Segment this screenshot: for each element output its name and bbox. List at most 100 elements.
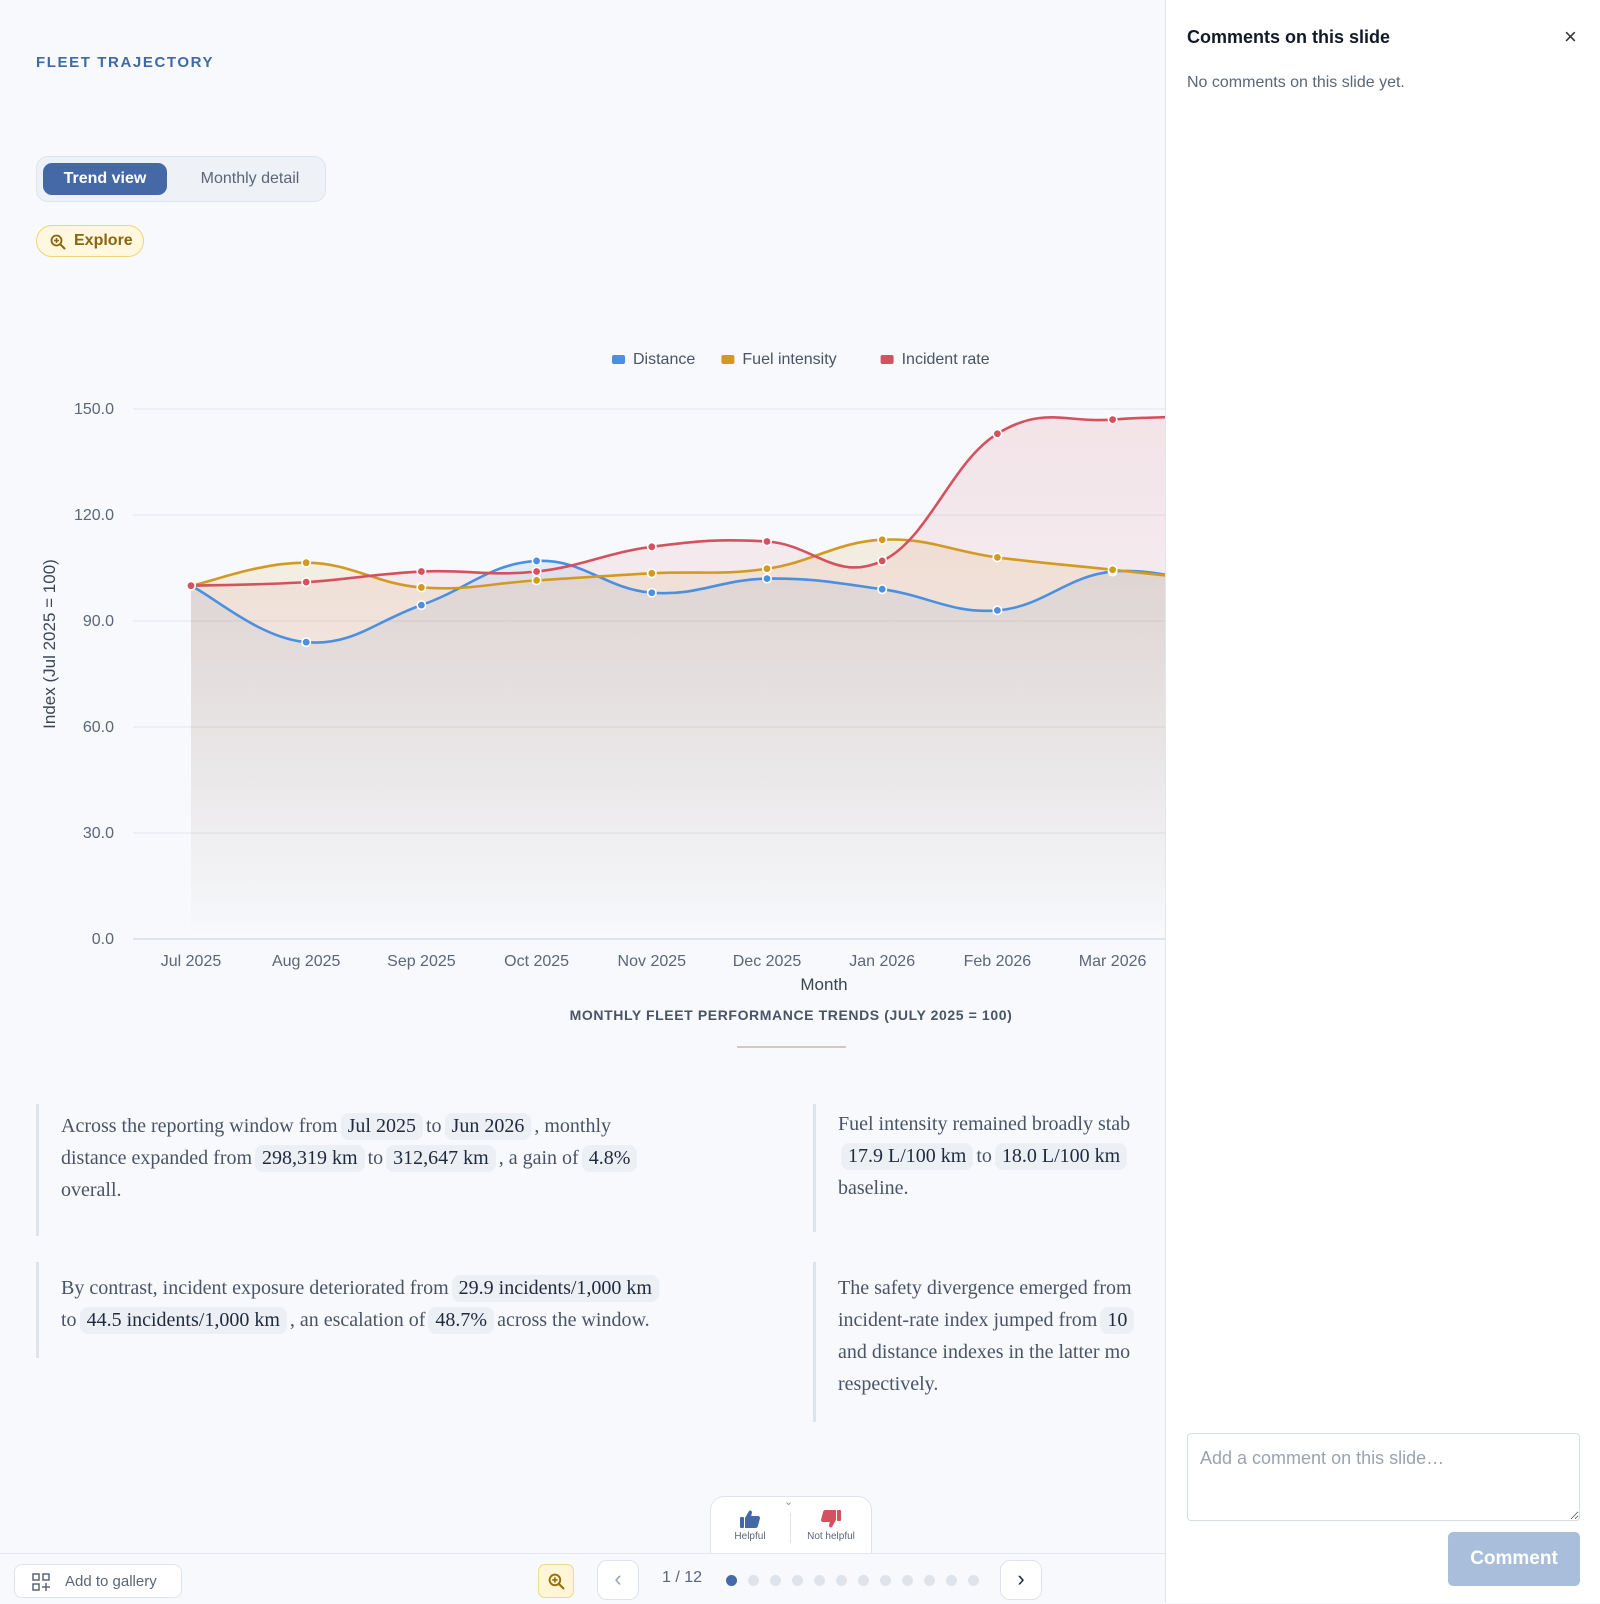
page-dot[interactable] [748, 1575, 759, 1586]
y-axis-label: Index (Jul 2025 = 100) [40, 559, 59, 729]
explore-button[interactable]: Explore [36, 225, 144, 257]
chart-title: MONTHLY FLEET PERFORMANCE TRENDS (JULY 2… [570, 1007, 1013, 1023]
legend-label: Incident rate [902, 351, 990, 368]
thumbs-up-icon [740, 1510, 761, 1528]
feedback-widget: ⌄ Helpful Not helpful [710, 1496, 872, 1553]
next-slide-button[interactable]: › [1000, 1560, 1042, 1600]
data-point [761, 536, 772, 547]
data-point [992, 552, 1003, 563]
x-tick-label: Jul 2025 [161, 953, 222, 970]
page-dot[interactable] [836, 1575, 847, 1586]
data-point [1107, 564, 1118, 575]
data-point [761, 563, 772, 574]
comment-input[interactable] [1187, 1433, 1580, 1521]
data-point [992, 605, 1003, 616]
page-dot[interactable] [968, 1575, 979, 1586]
summary-paragraph-fuel: Fuel intensity remained broadly stab 17.… [813, 1104, 1165, 1232]
value-chip: Jul 2025 [340, 1113, 423, 1140]
view-toggle: Trend view Monthly detail [36, 156, 326, 202]
x-tick-label: Sep 2025 [387, 953, 456, 970]
data-point [301, 557, 312, 568]
value-chip: 298,319 km [255, 1145, 365, 1172]
slide-navigation-bar: Add to gallery ‹ 1 / 12 › [0, 1553, 1165, 1604]
data-point [531, 555, 542, 566]
gallery-add-icon [32, 1573, 50, 1591]
page-dot[interactable] [924, 1575, 935, 1586]
helpful-button[interactable]: Helpful [715, 1503, 785, 1542]
data-point [531, 575, 542, 586]
feedback-divider [790, 1513, 791, 1543]
legend-label: Distance [633, 351, 695, 368]
slide-canvas: FLEET TRAJECTORY Trend view Monthly deta… [0, 0, 1165, 1553]
y-tick-label: 120.0 [74, 507, 114, 524]
data-point [877, 584, 888, 595]
monthly-detail-tab[interactable]: Monthly detail [185, 163, 315, 195]
value-chip: 44.5 incidents/1,000 km [79, 1307, 287, 1334]
x-tick-label: Nov 2025 [618, 953, 687, 970]
data-point [301, 637, 312, 648]
y-tick-label: 0.0 [92, 931, 114, 948]
page-dot[interactable] [792, 1575, 803, 1586]
x-tick-label: Jan 2026 [849, 953, 915, 970]
legend-swatch [880, 355, 894, 364]
data-point [531, 566, 542, 577]
x-tick-label: Aug 2025 [272, 953, 341, 970]
value-chip: 10 [1100, 1307, 1135, 1334]
data-point [416, 566, 427, 577]
zoom-button[interactable] [538, 1564, 574, 1598]
data-point [646, 568, 657, 579]
data-point [646, 541, 657, 552]
value-chip: 312,647 km [386, 1145, 496, 1172]
page-indicator: 1 / 12 [662, 1569, 703, 1586]
summary-paragraph-divergence: The safety divergence emerged from incid… [813, 1262, 1165, 1422]
data-point [416, 582, 427, 593]
zoom-in-icon [548, 1573, 565, 1590]
y-tick-label: 30.0 [83, 825, 114, 842]
data-point [646, 587, 657, 598]
previous-slide-button[interactable]: ‹ [597, 1560, 639, 1600]
zoom-in-icon [50, 234, 66, 250]
trend-view-tab[interactable]: Trend view [43, 163, 167, 195]
data-point [1107, 414, 1118, 425]
slide-eyebrow: FLEET TRAJECTORY [36, 54, 215, 71]
y-tick-label: 90.0 [83, 613, 114, 630]
submit-comment-button[interactable]: Comment [1448, 1532, 1580, 1586]
legend-label: Fuel intensity [742, 351, 836, 368]
trend-chart: 0.0 30.0 60.0 90.0 120.0 150.0 Jul 2025 Aug 202… [40, 351, 1165, 1048]
page-dot[interactable] [770, 1575, 781, 1586]
data-point [877, 534, 888, 545]
helpful-label: Helpful [734, 1531, 766, 1542]
data-point [186, 580, 197, 591]
not-helpful-button[interactable]: Not helpful [796, 1503, 866, 1542]
data-point [301, 577, 312, 588]
data-point [416, 600, 427, 611]
not-helpful-label: Not helpful [807, 1531, 855, 1542]
page-dot[interactable] [880, 1575, 891, 1586]
value-chip: Jun 2026 [444, 1113, 532, 1140]
explore-label: Explore [74, 232, 133, 249]
legend-swatch [612, 355, 625, 364]
x-tick-label: Dec 2025 [733, 953, 802, 970]
data-point [992, 428, 1003, 439]
page-dot[interactable] [858, 1575, 869, 1586]
page-dot[interactable] [902, 1575, 913, 1586]
summary-paragraph-distance: Across the reporting window from Jul 2025… [36, 1104, 796, 1236]
close-icon[interactable]: × [1564, 24, 1577, 50]
page-dot[interactable] [814, 1575, 825, 1586]
value-chip: 17.9 L/100 km [841, 1143, 974, 1170]
legend-swatch [721, 355, 735, 364]
add-to-gallery-button[interactable]: Add to gallery [14, 1564, 182, 1598]
value-chip: 29.9 incidents/1,000 km [451, 1275, 659, 1302]
add-to-gallery-label: Add to gallery [65, 1573, 157, 1590]
y-tick-label: 60.0 [83, 719, 114, 736]
data-point [877, 555, 888, 566]
chevron-down-icon[interactable]: ⌄ [784, 1495, 793, 1508]
page-dot[interactable] [726, 1575, 737, 1586]
y-tick-label: 150.0 [74, 401, 114, 418]
value-chip: 4.8% [581, 1145, 638, 1172]
comments-panel: Comments on this slide × No comments on … [1165, 0, 1600, 1603]
series-area [191, 417, 1165, 939]
data-point [761, 573, 772, 584]
page-dot[interactable] [946, 1575, 957, 1586]
thumbs-down-icon [820, 1510, 841, 1528]
